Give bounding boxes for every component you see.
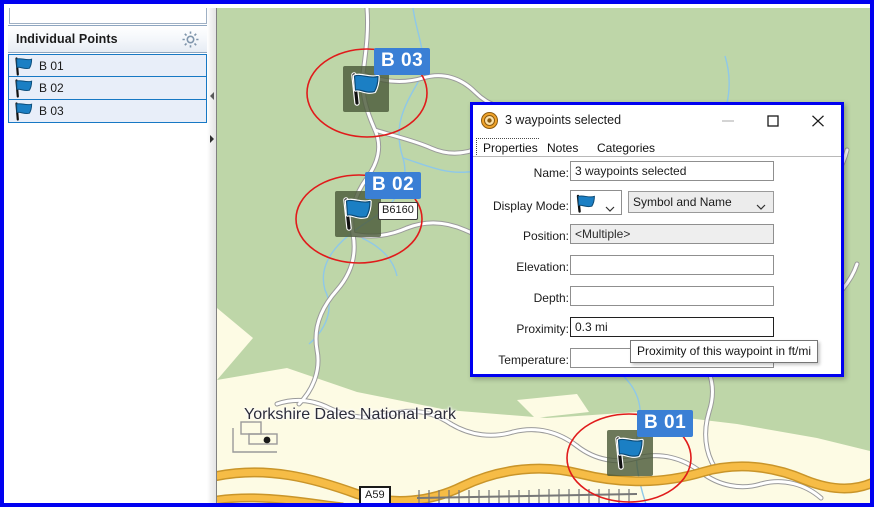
panel-splitter[interactable] — [207, 8, 217, 503]
blue-flag-icon — [13, 79, 35, 98]
application-window: Individual Points B 01 B 02 B 03 B 03 B … — [0, 0, 874, 507]
chevron-down-icon — [605, 200, 615, 218]
road-shield-a59: A59 — [359, 486, 391, 503]
proximity-label: Proximity: — [516, 322, 569, 336]
display-mode-value: Symbol and Name — [633, 195, 732, 209]
list-item-label: B 02 — [39, 81, 64, 95]
panel-title: Individual Points — [16, 32, 118, 46]
dialog-tabstrip: Properties Notes Categories — [473, 137, 841, 157]
minimize-button[interactable] — [706, 105, 751, 135]
waypoint-properties-dialog: 3 waypoints selected Properties Notes Ca… — [470, 102, 844, 377]
depth-label: Depth: — [533, 291, 569, 305]
dialog-title: 3 waypoints selected — [505, 113, 622, 127]
list-item[interactable]: B 02 — [8, 77, 207, 100]
triangle-left-icon[interactable] — [208, 88, 216, 100]
gear-icon[interactable] — [181, 30, 200, 49]
map-area-label: Yorkshire Dales National Park — [244, 406, 456, 423]
position-input[interactable]: <Multiple> — [570, 224, 774, 244]
proximity-tooltip: Proximity of this waypoint in ft/mi — [630, 340, 819, 363]
name-label: Name: — [533, 166, 569, 180]
blue-flag-marker — [340, 197, 376, 231]
waypoint-label-b03: B 03 — [374, 48, 431, 75]
depth-input[interactable] — [570, 286, 774, 306]
panel-header: Individual Points — [8, 25, 207, 53]
field-row-position: Position: <Multiple> — [473, 222, 841, 253]
tab-properties[interactable]: Properties — [476, 138, 545, 157]
field-row-display-mode: Display Mode: Symbol and Name — [473, 190, 841, 222]
display-mode-dropdown[interactable]: Symbol and Name — [628, 191, 774, 213]
blue-flag-icon — [13, 57, 35, 76]
individual-points-panel: Individual Points B 01 B 02 B 03 — [8, 8, 207, 503]
sidebar-search-input[interactable] — [9, 8, 207, 24]
field-row-name: Name: 3 waypoints selected — [473, 159, 841, 190]
field-row-depth: Depth: — [473, 284, 841, 315]
triangle-right-icon[interactable] — [208, 131, 216, 143]
chevron-down-icon — [756, 200, 766, 214]
road-shield-b6160: B6160 — [378, 202, 418, 220]
tab-notes[interactable]: Notes — [540, 138, 586, 157]
close-icon[interactable] — [796, 105, 841, 135]
blue-flag-marker — [612, 436, 648, 470]
maximize-button[interactable] — [751, 105, 796, 135]
list-item-label: B 01 — [39, 59, 64, 73]
waypoint-label-b01: B 01 — [637, 410, 694, 437]
field-row-elevation: Elevation: — [473, 253, 841, 284]
temperature-label: Temperature: — [498, 353, 569, 367]
dialog-titlebar[interactable]: 3 waypoints selected — [473, 105, 841, 137]
elevation-label: Elevation: — [516, 260, 569, 274]
blue-flag-icon — [13, 102, 35, 121]
proximity-input[interactable]: 0.3 mi — [570, 317, 774, 337]
blue-flag-icon — [574, 194, 598, 213]
name-input[interactable]: 3 waypoints selected — [570, 161, 774, 181]
waypoint-icon — [481, 112, 498, 129]
symbol-dropdown[interactable] — [570, 190, 622, 215]
elevation-input[interactable] — [570, 255, 774, 275]
waypoint-label-b02: B 02 — [365, 172, 422, 199]
list-item-label: B 03 — [39, 104, 64, 118]
tab-categories[interactable]: Categories — [590, 138, 663, 157]
list-item[interactable]: B 01 — [8, 54, 207, 77]
position-label: Position: — [522, 229, 569, 243]
points-list: B 01 B 02 B 03 — [8, 54, 207, 123]
tabstrip-divider — [473, 156, 841, 157]
blue-flag-marker — [348, 72, 384, 106]
display-mode-label: Display Mode: — [492, 199, 569, 213]
list-item[interactable]: B 03 — [8, 100, 207, 123]
